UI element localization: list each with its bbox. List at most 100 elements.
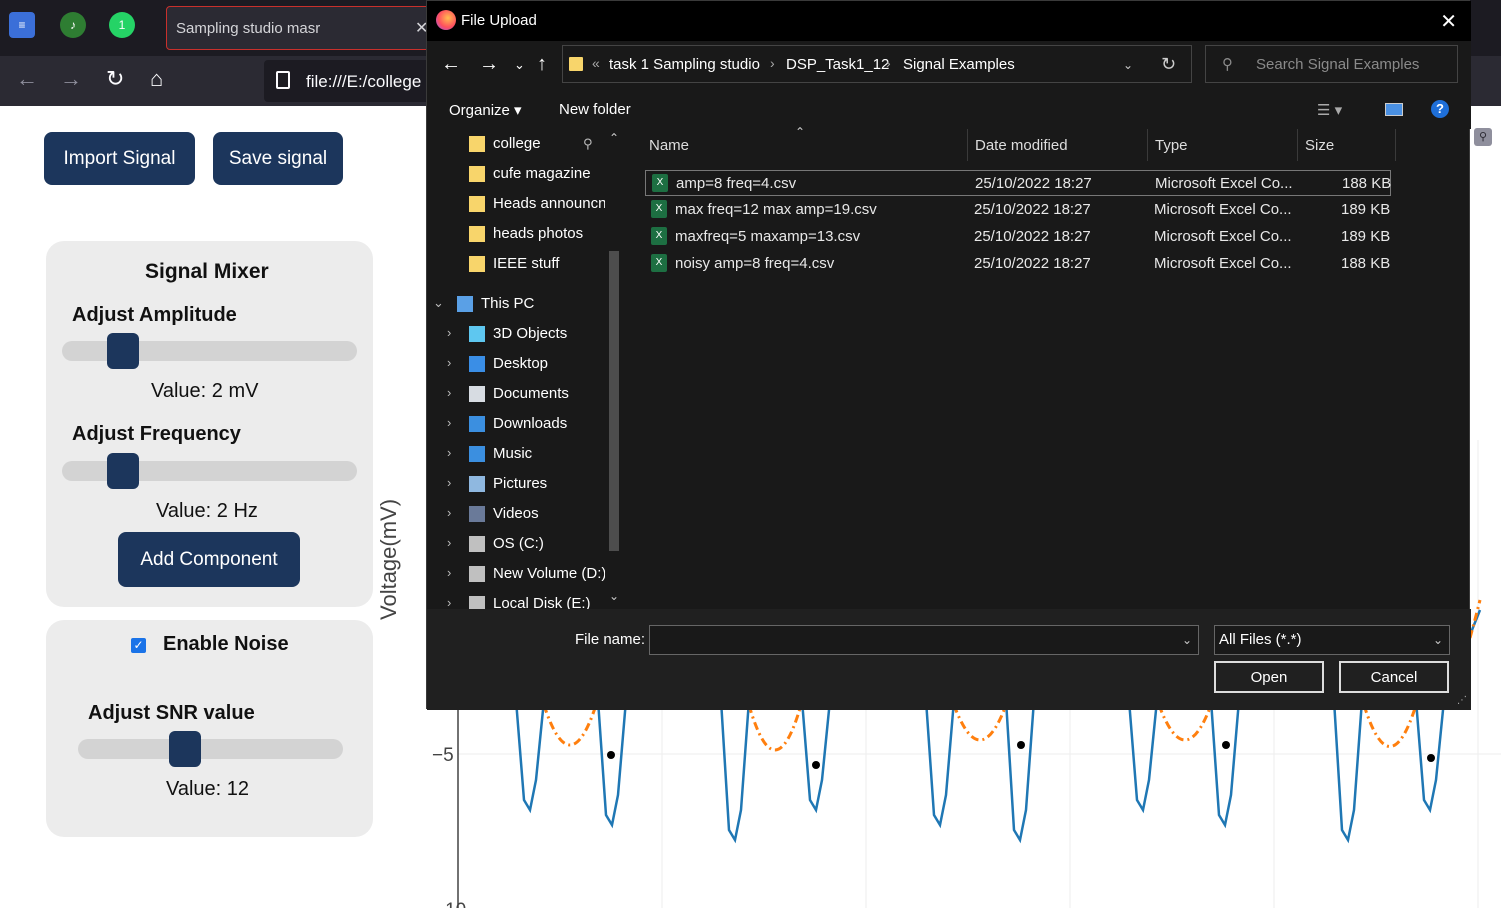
dialog-forward-icon[interactable]: → — [479, 53, 499, 76]
address-box[interactable]: « task 1 Sampling studio › DSP_Task1_12 … — [562, 45, 1192, 83]
organize-button[interactable]: Organize ▾ — [449, 101, 522, 119]
recent-locations-icon[interactable]: ⌄ — [514, 57, 525, 73]
nav-item[interactable]: ⌄ This PC — [427, 290, 605, 320]
column-header-name[interactable]: Name — [649, 137, 689, 154]
nav-item[interactable]: Heads announcn — [427, 190, 606, 220]
frequency-slider[interactable] — [62, 453, 357, 489]
whatsapp-icon[interactable]: 1 — [109, 12, 135, 38]
expand-chevron-icon[interactable]: › — [447, 355, 451, 370]
nav-item[interactable]: › Music — [427, 440, 605, 470]
file-name-input[interactable]: ⌄ — [649, 625, 1199, 655]
save-signal-button[interactable]: Save signal — [213, 132, 343, 185]
nav-item[interactable]: › 3D Objects — [427, 320, 605, 350]
address-dropdown-icon[interactable]: ⌄ — [1123, 58, 1133, 72]
organize-label: Organize — [449, 102, 510, 119]
column-divider[interactable] — [1297, 129, 1298, 161]
nav-item[interactable]: IEEE stuff — [427, 250, 605, 280]
file-type: Microsoft Excel Co... — [1154, 228, 1292, 245]
tab-title: Sampling studio masr — [176, 20, 321, 37]
breadcrumb-item[interactable]: Signal Examples — [903, 56, 1015, 73]
import-signal-button[interactable]: Import Signal — [44, 132, 195, 185]
file-row[interactable]: Xnoisy amp=8 freq=4.csv 25/10/2022 18:27 M… — [645, 251, 1391, 277]
frequency-slider-thumb[interactable] — [107, 453, 139, 489]
nav-item[interactable]: cufe magazine — [427, 160, 605, 190]
preview-pane-icon[interactable] — [1385, 103, 1403, 116]
nav-item[interactable]: › Documents — [427, 380, 605, 410]
pin-icon[interactable]: ⚲ — [583, 136, 593, 152]
nav-item[interactable]: › Local Disk (E:) — [427, 590, 605, 609]
docs-icon[interactable]: ≡ — [9, 12, 35, 38]
expand-chevron-icon[interactable]: › — [447, 595, 451, 609]
breadcrumb-item[interactable]: DSP_Task1_12 — [786, 56, 889, 73]
amplitude-slider[interactable] — [62, 333, 357, 369]
collapse-chevron-icon[interactable]: ⌄ — [433, 295, 444, 311]
folder-icon — [469, 256, 485, 272]
nav-item[interactable]: college ⚲ — [427, 130, 605, 160]
column-divider[interactable] — [1395, 129, 1396, 161]
dialog-back-icon[interactable]: ← — [441, 53, 461, 76]
active-tab[interactable]: Sampling studio masr ✕ — [166, 6, 436, 50]
back-arrow-icon[interactable]: ← — [16, 68, 38, 90]
reload-icon[interactable]: ↻ — [106, 68, 124, 90]
scroll-up-icon[interactable]: ⌃ — [609, 131, 619, 145]
column-divider[interactable] — [1147, 129, 1148, 161]
nav-item[interactable]: heads photos — [427, 220, 605, 250]
expand-chevron-icon[interactable]: › — [447, 415, 451, 430]
breadcrumb-separator-icon[interactable]: › — [886, 55, 891, 71]
expand-chevron-icon[interactable]: › — [447, 505, 451, 520]
snr-slider-thumb[interactable] — [169, 731, 201, 767]
column-header-date[interactable]: Date modified — [975, 137, 1068, 154]
enable-noise-checkbox[interactable]: ✓ — [131, 638, 146, 653]
nav-item[interactable]: › Videos — [427, 500, 605, 530]
audio-tab-icon[interactable]: ♪ — [60, 12, 86, 38]
file-name: maxfreq=5 maxamp=13.csv — [675, 228, 861, 245]
scroll-down-icon[interactable]: ⌄ — [609, 589, 619, 603]
file-type-dropdown-icon[interactable]: ⌄ — [1433, 633, 1443, 647]
nav-item[interactable]: › Downloads — [427, 410, 605, 440]
nav-item[interactable]: › New Volume (D:) — [427, 560, 606, 590]
column-divider[interactable] — [967, 129, 968, 161]
cancel-button[interactable]: Cancel — [1339, 661, 1449, 693]
expand-chevron-icon[interactable]: › — [447, 445, 451, 460]
resize-grip-icon[interactable]: ⋰ — [1457, 695, 1467, 706]
breadcrumb-item[interactable]: task 1 Sampling studio — [609, 56, 760, 73]
file-row[interactable]: Xmax freq=12 max amp=19.csv 25/10/2022 18… — [645, 197, 1391, 223]
file-row[interactable]: Xmaxfreq=5 maxamp=13.csv 25/10/2022 18:27… — [645, 224, 1391, 250]
breadcrumb-separator-icon[interactable]: › — [770, 55, 775, 71]
add-component-button[interactable]: Add Component — [118, 532, 300, 587]
dialog-close-icon[interactable]: ✕ — [1440, 9, 1457, 34]
nav-item[interactable]: › Pictures — [427, 470, 605, 500]
forward-arrow-icon[interactable]: → — [60, 68, 82, 90]
file-name-dropdown-icon[interactable]: ⌄ — [1182, 633, 1192, 647]
file-name: noisy amp=8 freq=4.csv — [675, 255, 835, 272]
view-options-icon[interactable]: ☰ ▾ — [1317, 101, 1342, 119]
nav-item[interactable]: › OS (C:) — [427, 530, 605, 560]
column-header-type[interactable]: Type — [1155, 137, 1188, 154]
overflow-chevron-icon[interactable]: « — [592, 55, 600, 71]
help-icon[interactable]: ? — [1431, 100, 1449, 118]
file-type-value: All Files (*.*) — [1219, 631, 1302, 648]
file-row[interactable]: Xamp=8 freq=4.csv 25/10/2022 18:27 Microso… — [645, 170, 1391, 196]
snr-slider[interactable] — [78, 731, 343, 767]
amplitude-value: Value: 2 mV — [151, 380, 259, 402]
home-icon[interactable]: ⌂ — [150, 68, 163, 90]
column-header-size[interactable]: Size — [1305, 137, 1334, 154]
expand-chevron-icon[interactable]: › — [447, 565, 451, 580]
nav-item[interactable]: › Desktop — [427, 350, 605, 380]
extension-icon[interactable]: ⚲ — [1474, 128, 1492, 146]
refresh-icon[interactable]: ↻ — [1161, 54, 1176, 75]
excel-file-icon: X — [651, 200, 667, 218]
navigation-scrollbar[interactable]: ⌃ ⌄ — [605, 129, 623, 609]
file-type-filter[interactable]: All Files (*.*) ⌄ — [1214, 625, 1450, 655]
amplitude-slider-thumb[interactable] — [107, 333, 139, 369]
expand-chevron-icon[interactable]: › — [447, 325, 451, 340]
up-folder-icon[interactable]: ↑ — [537, 53, 547, 76]
expand-chevron-icon[interactable]: › — [447, 385, 451, 400]
sample-point — [1222, 741, 1230, 749]
expand-chevron-icon[interactable]: › — [447, 535, 451, 550]
new-folder-button[interactable]: New folder — [559, 101, 631, 118]
expand-chevron-icon[interactable]: › — [447, 475, 451, 490]
scrollbar-thumb[interactable] — [609, 251, 619, 551]
search-box[interactable]: ⚲ Search Signal Examples — [1205, 45, 1458, 83]
open-button[interactable]: Open — [1214, 661, 1324, 693]
